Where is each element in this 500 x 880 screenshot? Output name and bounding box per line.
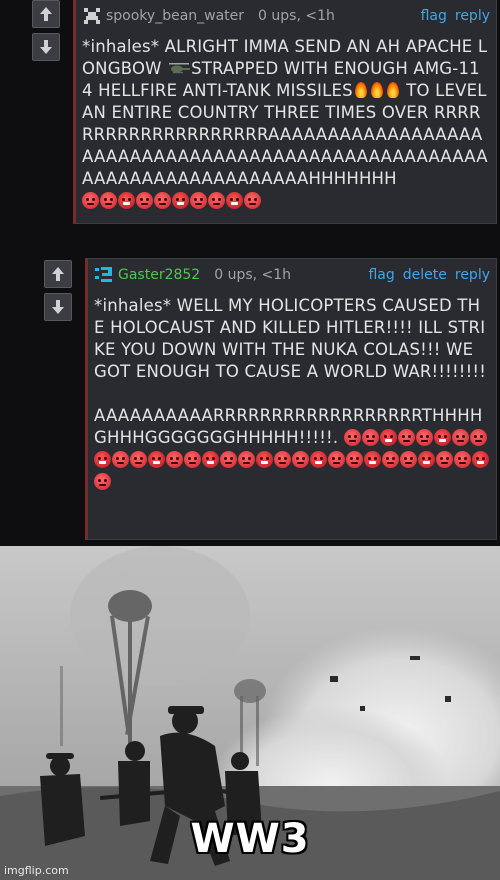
- avatar[interactable]: [94, 265, 114, 285]
- angry-face-icon: [328, 451, 345, 468]
- downvote-button[interactable]: [32, 33, 60, 61]
- comment-body: *inhales* WELL MY HOLICOPTERS CAUSED THE…: [94, 295, 490, 493]
- angry-face-icon: [112, 451, 129, 468]
- angry-face-icon: [418, 451, 435, 468]
- angry-face-icon: [184, 451, 201, 468]
- username[interactable]: Gaster2852: [118, 267, 200, 283]
- arrow-up-icon: [52, 267, 64, 281]
- watermark: imgflip.com: [4, 864, 69, 877]
- angry-face-icon: [94, 451, 111, 468]
- angry-face-icon: [433, 429, 451, 446]
- username[interactable]: spooky_bean_water: [106, 8, 244, 24]
- comment-actions: flag delete reply: [368, 267, 490, 283]
- flag-link[interactable]: flag: [421, 8, 447, 24]
- angry-face-icon: [382, 451, 399, 468]
- meme-image: WW3 imgflip.com: [0, 546, 500, 880]
- angry-face-icon: [220, 451, 237, 468]
- angry-face-icon: [472, 451, 489, 468]
- angry-face-icon: [364, 451, 381, 468]
- angry-face-icon: [94, 473, 111, 490]
- meme-caption: WW3: [190, 816, 310, 862]
- comment-meta: 0 ups, <1h: [258, 8, 335, 24]
- angry-face-icon: [292, 451, 309, 468]
- angry-face-icon: [415, 429, 433, 446]
- reply-link[interactable]: reply: [455, 8, 490, 24]
- vote-controls: [32, 0, 60, 66]
- angry-face-icon: [469, 429, 487, 446]
- emoji-row: [82, 191, 262, 210]
- angry-face-icon: [310, 451, 327, 468]
- angry-face-icon: [100, 192, 117, 209]
- angry-face-icon: [436, 451, 453, 468]
- angry-face-icon: [244, 192, 261, 209]
- delete-link[interactable]: delete: [403, 267, 447, 283]
- comment: spooky_bean_water 0 ups, <1h flag reply …: [73, 0, 497, 224]
- angry-face-icon: [82, 192, 99, 209]
- angry-face-icon: [148, 451, 165, 468]
- angry-face-icon: [451, 429, 469, 446]
- angry-face-icon: [343, 429, 361, 446]
- angry-face-icon: [202, 451, 219, 468]
- angry-face-icon: [238, 451, 255, 468]
- angry-face-icon: [154, 192, 171, 209]
- angry-face-icon: [256, 451, 273, 468]
- angry-face-icon: [397, 429, 415, 446]
- angry-face-icon: [454, 451, 471, 468]
- arrow-down-icon: [52, 300, 64, 314]
- comments-panel: spooky_bean_water 0 ups, <1h flag reply …: [0, 0, 500, 546]
- angry-face-icon: [130, 451, 147, 468]
- downvote-button[interactable]: [44, 293, 72, 321]
- angry-face-icon: [400, 451, 417, 468]
- angry-face-icon: [379, 429, 397, 446]
- angry-face-icon: [190, 192, 207, 209]
- comment-meta: 0 ups, <1h: [214, 267, 292, 283]
- comment-header: Gaster2852 0 ups, <1h flag delete reply: [94, 265, 490, 285]
- vote-controls: [44, 260, 72, 326]
- upvote-button[interactable]: [32, 0, 60, 28]
- helicopter-icon: [169, 63, 191, 74]
- angry-face-icon: [118, 192, 135, 209]
- fire-icon: [354, 82, 367, 98]
- angry-face-icon: [136, 192, 153, 209]
- arrow-up-icon: [40, 7, 52, 21]
- reply-link[interactable]: reply: [455, 267, 490, 283]
- comment-reply: Gaster2852 0 ups, <1h flag delete reply …: [85, 258, 497, 540]
- comment-header: spooky_bean_water 0 ups, <1h flag reply: [82, 6, 490, 26]
- angry-face-icon: [172, 192, 189, 209]
- angry-face-icon: [166, 451, 183, 468]
- angry-face-icon: [208, 192, 225, 209]
- angry-face-icon: [274, 451, 291, 468]
- flag-link[interactable]: flag: [368, 267, 394, 283]
- comment-text: *inhales* WELL MY HOLICOPTERS CAUSED THE…: [94, 296, 487, 381]
- avatar[interactable]: [82, 6, 102, 26]
- arrow-down-icon: [40, 40, 52, 54]
- fire-icon: [386, 82, 399, 98]
- angry-face-icon: [226, 192, 243, 209]
- comment-actions: flag reply: [421, 8, 490, 24]
- angry-face-icon: [361, 429, 379, 446]
- upvote-button[interactable]: [44, 260, 72, 288]
- comment-body: *inhales* ALRIGHT IMMA SEND AN AH APACHE…: [82, 36, 490, 212]
- fire-icon: [370, 82, 383, 98]
- angry-face-icon: [346, 451, 363, 468]
